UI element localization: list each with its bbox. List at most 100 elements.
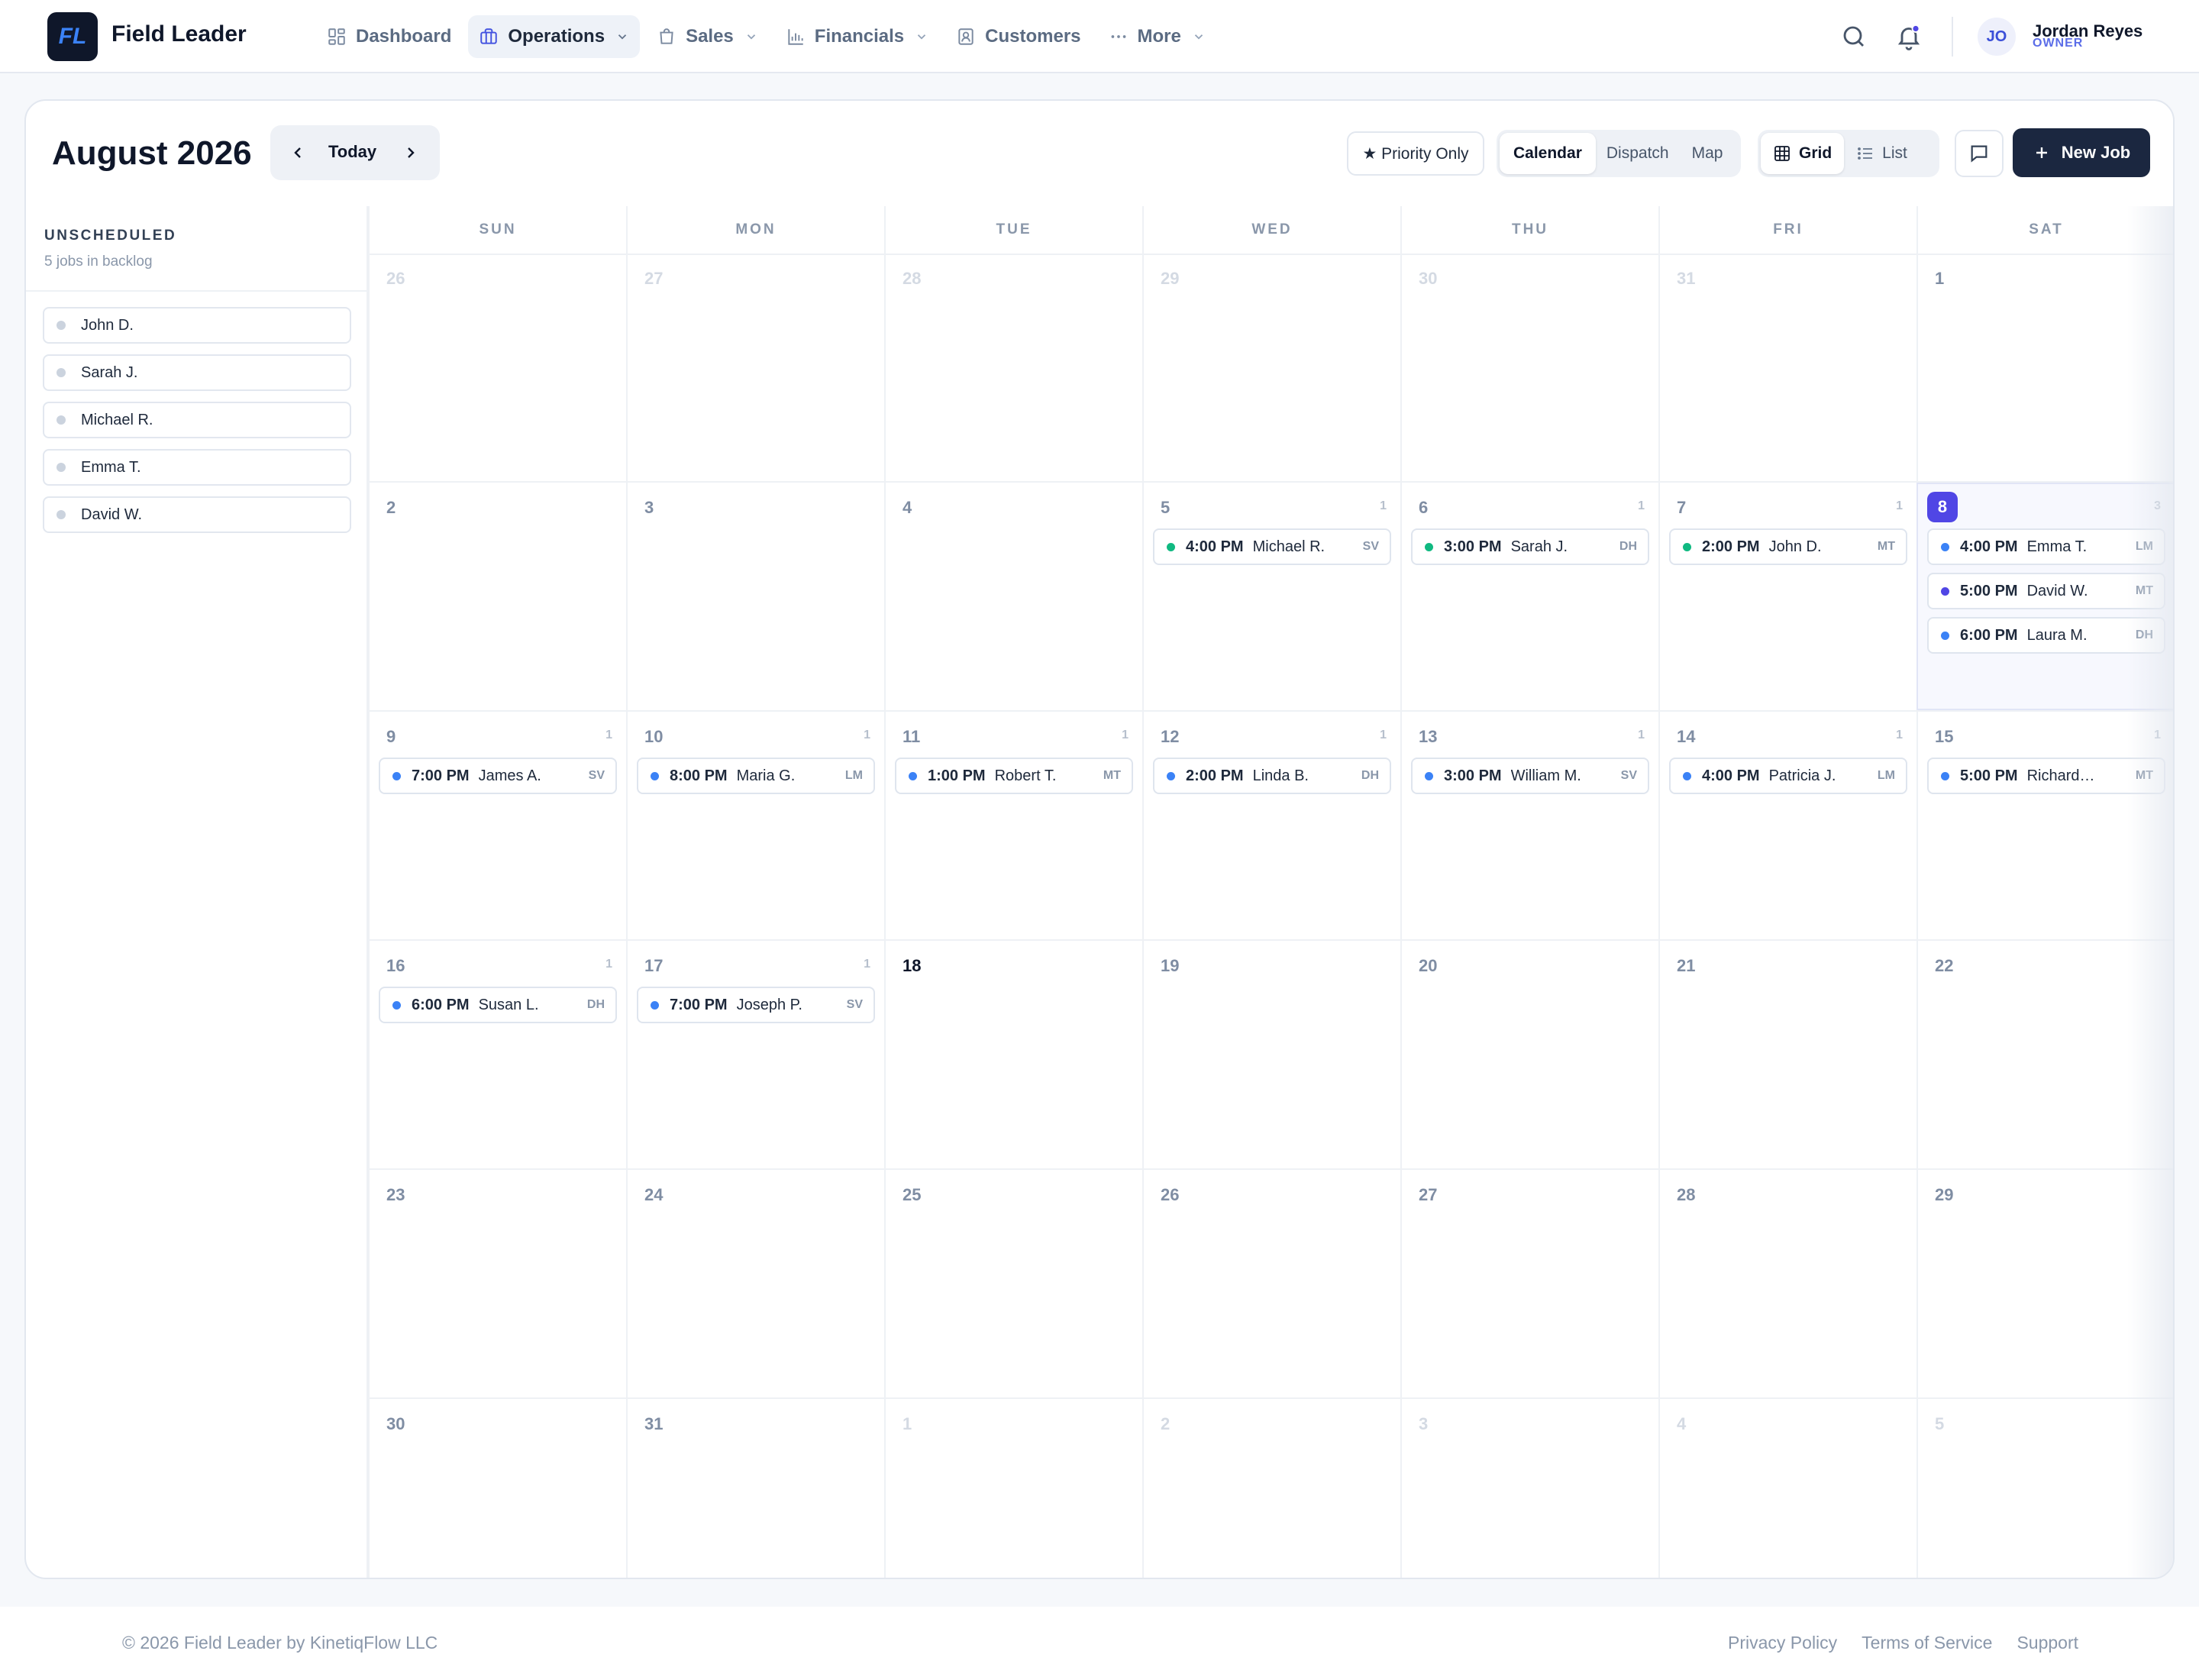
day-cell[interactable]: 19 xyxy=(1142,941,1400,1168)
day-cell[interactable]: 27 xyxy=(1400,1170,1658,1397)
day-cell[interactable]: 29 xyxy=(1142,254,1400,481)
chevron-left-icon[interactable] xyxy=(289,144,307,162)
day-cell[interactable]: 22 xyxy=(1916,941,2173,1168)
day-cell[interactable]: 30 xyxy=(368,1399,626,1578)
nav-item-customers[interactable]: Customers xyxy=(945,15,1091,58)
day-cell[interactable]: 1 xyxy=(884,1399,1142,1578)
search-icon[interactable] xyxy=(1840,23,1868,50)
day-cell[interactable]: 4 xyxy=(1658,1399,1916,1578)
day-cell[interactable]: 13 1 3:00 PM William M. SV xyxy=(1400,712,1658,939)
day-cell[interactable]: 23 xyxy=(368,1170,626,1397)
day-cell[interactable]: 31 xyxy=(1658,254,1916,481)
day-cell[interactable]: 15 1 5:00 PM Richard… MT xyxy=(1916,712,2173,939)
day-cell[interactable]: 9 1 7:00 PM James A. SV xyxy=(368,712,626,939)
day-cell-today[interactable]: 8 3 4:00 PM Emma T. LM 5:00 PM David W. MT 6:00 … xyxy=(1916,483,2173,710)
day-cell[interactable]: 2 xyxy=(1142,1399,1400,1578)
day-cell[interactable]: 10 1 8:00 PM Maria G. LM xyxy=(626,712,884,939)
job-event[interactable]: 2:00 PM Linda B. DH xyxy=(1153,758,1391,794)
brand-name[interactable]: Field Leader xyxy=(111,21,247,47)
day-cell[interactable]: 14 1 4:00 PM Patricia J. LM xyxy=(1658,712,1916,939)
day-cell[interactable]: 12 1 2:00 PM Linda B. DH xyxy=(1142,712,1400,939)
nav-item-sales[interactable]: Sales xyxy=(646,15,769,58)
tab-dispatch[interactable]: Dispatch xyxy=(1596,133,1680,174)
day-cell[interactable]: 2 xyxy=(368,483,626,710)
nav-item-financials[interactable]: Financials xyxy=(775,15,939,58)
day-cell[interactable]: 18 xyxy=(884,941,1142,1168)
job-event[interactable]: 4:00 PM Michael R. SV xyxy=(1153,528,1391,565)
tab-list[interactable]: List xyxy=(1844,133,1920,174)
day-cell[interactable]: 17 1 7:00 PM Joseph P. SV xyxy=(626,941,884,1168)
day-number: 2 xyxy=(386,498,396,517)
day-cell[interactable]: 30 xyxy=(1400,254,1658,481)
job-event[interactable]: 1:00 PM Robert T. MT xyxy=(895,758,1133,794)
job-event[interactable]: 6:00 PM Laura M. DH xyxy=(1927,617,2165,654)
day-cell[interactable]: 16 1 6:00 PM Susan L. DH xyxy=(368,941,626,1168)
job-event[interactable]: 5:00 PM Richard… MT xyxy=(1927,758,2165,794)
support-link[interactable]: Support xyxy=(2017,1633,2078,1653)
nav-item-dashboard[interactable]: Dashboard xyxy=(316,15,462,58)
job-event[interactable]: 7:00 PM James A. SV xyxy=(379,758,617,794)
tab-grid[interactable]: Grid xyxy=(1761,133,1845,174)
day-cell[interactable]: 5 1 4:00 PM Michael R. SV xyxy=(1142,483,1400,710)
day-number: 15 xyxy=(1935,727,1954,746)
nav-item-more[interactable]: More xyxy=(1098,15,1216,58)
unscheduled-item[interactable]: Michael R. xyxy=(43,402,351,438)
unscheduled-item[interactable]: David W. xyxy=(43,496,351,533)
day-cell[interactable]: 5 xyxy=(1916,1399,2173,1578)
unscheduled-item[interactable]: John D. xyxy=(43,307,351,344)
job-count: 1 xyxy=(1122,729,1129,741)
day-cell[interactable]: 29 xyxy=(1916,1170,2173,1397)
today-button[interactable]: Today xyxy=(328,142,376,162)
event-list: 5:00 PM Richard… MT xyxy=(1927,758,2165,802)
job-event[interactable]: 3:00 PM Sarah J. DH xyxy=(1411,528,1649,565)
job-event[interactable]: 7:00 PM Joseph P. SV xyxy=(637,987,875,1023)
day-cell[interactable]: 26 xyxy=(368,254,626,481)
day-cell[interactable]: 4 xyxy=(884,483,1142,710)
job-event[interactable]: 3:00 PM William M. SV xyxy=(1411,758,1649,794)
job-event[interactable]: 8:00 PM Maria G. LM xyxy=(637,758,875,794)
chat-button[interactable] xyxy=(1955,130,2004,177)
avatar[interactable]: JO xyxy=(1978,18,2016,56)
day-cell[interactable]: 1 xyxy=(1916,254,2173,481)
chevron-down-icon xyxy=(1194,34,1203,40)
nav-label: Dashboard xyxy=(356,26,452,47)
day-cell[interactable]: 7 1 2:00 PM John D. MT xyxy=(1658,483,1916,710)
terms-of-service-link[interactable]: Terms of Service xyxy=(1862,1633,1992,1653)
chevron-right-icon[interactable] xyxy=(402,144,420,162)
privacy-policy-link[interactable]: Privacy Policy xyxy=(1728,1633,1837,1653)
event-list: 2:00 PM John D. MT xyxy=(1669,528,1907,573)
unscheduled-item[interactable]: Sarah J. xyxy=(43,354,351,391)
day-cell[interactable]: 24 xyxy=(626,1170,884,1397)
weekday-label: SUN xyxy=(368,206,626,254)
day-cell[interactable]: 28 xyxy=(1658,1170,1916,1397)
job-event[interactable]: 6:00 PM Susan L. DH xyxy=(379,987,617,1023)
day-cell[interactable]: 3 xyxy=(1400,1399,1658,1578)
day-cell[interactable]: 26 xyxy=(1142,1170,1400,1397)
day-cell[interactable]: 20 xyxy=(1400,941,1658,1168)
day-cell[interactable]: 21 xyxy=(1658,941,1916,1168)
unscheduled-item[interactable]: Emma T. xyxy=(43,449,351,486)
job-event[interactable]: 5:00 PM David W. MT xyxy=(1927,573,2165,609)
job-event[interactable]: 4:00 PM Patricia J. LM xyxy=(1669,758,1907,794)
priority-only-button[interactable]: ★ Priority Only xyxy=(1347,131,1484,176)
tab-calendar[interactable]: Calendar xyxy=(1500,133,1596,174)
day-cell[interactable]: 11 1 1:00 PM Robert T. MT xyxy=(884,712,1142,939)
bell-icon[interactable] xyxy=(1895,23,1923,50)
day-cell[interactable]: 28 xyxy=(884,254,1142,481)
day-number: 8 xyxy=(1927,492,1958,522)
job-event[interactable]: 2:00 PM John D. MT xyxy=(1669,528,1907,565)
tab-map[interactable]: Map xyxy=(1680,133,1736,174)
status-dot xyxy=(1425,771,1433,780)
day-cell[interactable]: 6 1 3:00 PM Sarah J. DH xyxy=(1400,483,1658,710)
day-number: 28 xyxy=(1677,1185,1696,1204)
day-cell[interactable]: 25 xyxy=(884,1170,1142,1397)
job-event[interactable]: 4:00 PM Emma T. LM xyxy=(1927,528,2165,565)
new-job-button[interactable]: New Job xyxy=(2013,128,2150,177)
nav-label: Operations xyxy=(508,26,605,47)
day-cell[interactable]: 3 xyxy=(626,483,884,710)
logo-badge[interactable]: FL xyxy=(47,12,98,61)
day-cell[interactable]: 31 xyxy=(626,1399,884,1578)
nav-item-operations[interactable]: Operations xyxy=(468,15,641,58)
status-dot xyxy=(57,321,66,330)
day-cell[interactable]: 27 xyxy=(626,254,884,481)
